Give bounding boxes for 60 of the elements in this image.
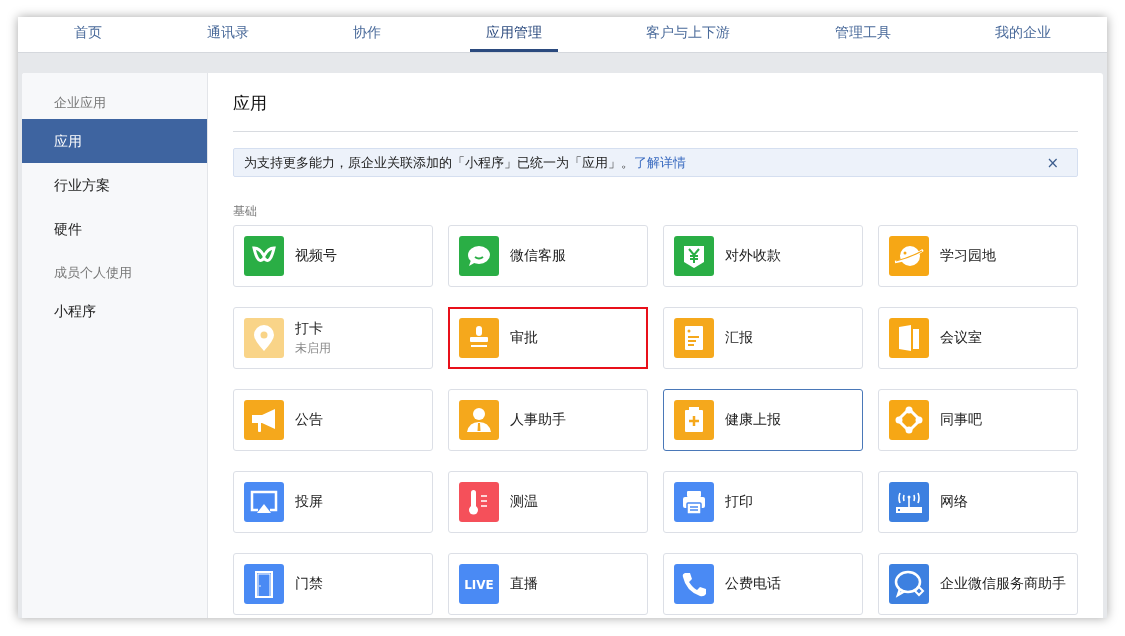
- app-card[interactable]: 视频号: [233, 225, 433, 287]
- app-card[interactable]: 打卡 未启用: [233, 307, 433, 369]
- app-card[interactable]: 汇报: [663, 307, 863, 369]
- app-card[interactable]: 人事助手: [448, 389, 648, 451]
- notice-text: 为支持更多能力，原企业关联添加的「小程序」已统一为「应用」。了解详情: [244, 153, 686, 172]
- details-link[interactable]: 了解详情: [634, 154, 686, 170]
- app-card[interactable]: 审批: [448, 307, 648, 369]
- sidebar-item[interactable]: 硬件: [22, 207, 207, 251]
- app-card[interactable]: 公告: [233, 389, 433, 451]
- app-name: 打卡: [295, 319, 324, 338]
- app-name: 人事助手: [510, 411, 566, 429]
- nav-tab[interactable]: 我的企业: [979, 17, 1067, 52]
- nav-tab[interactable]: 通讯录: [190, 17, 265, 52]
- app-card[interactable]: 投屏: [233, 471, 433, 533]
- app-name: 测温: [510, 493, 538, 511]
- app-status: 未启用: [295, 339, 331, 357]
- app-name: 投屏: [295, 493, 323, 511]
- sidebar-heading: 成员个人使用: [53, 264, 133, 282]
- app-card[interactable]: 打印: [663, 471, 863, 533]
- sidebar-heading: 企业应用: [53, 94, 107, 112]
- nav-tab[interactable]: 协作: [337, 17, 397, 52]
- app-card[interactable]: 对外收款: [663, 225, 863, 287]
- app-name: 门禁: [295, 575, 323, 593]
- live-icon: LIVE: [459, 564, 499, 604]
- sidebar-item[interactable]: 小程序: [22, 289, 207, 333]
- app-card[interactable]: 会议室: [878, 307, 1078, 369]
- page-title: 应用: [233, 93, 267, 113]
- app-card[interactable]: 公费电话: [663, 553, 863, 615]
- app-card[interactable]: 健康上报: [663, 389, 863, 451]
- app-card[interactable]: 同事吧: [878, 389, 1078, 451]
- section-heading: 基础: [233, 203, 258, 220]
- app-name: 审批: [510, 329, 538, 347]
- app-card[interactable]: 网络: [878, 471, 1078, 533]
- close-button[interactable]: ×: [1038, 153, 1067, 172]
- app-name: 同事吧: [940, 411, 982, 429]
- app-name: 公费电话: [725, 575, 781, 593]
- app-name: 健康上报: [725, 411, 781, 429]
- app-name: 学习园地: [940, 247, 996, 265]
- app-name: 汇报: [725, 329, 753, 347]
- app-card[interactable]: 门禁: [233, 553, 433, 615]
- nav-tab[interactable]: 管理工具: [818, 17, 907, 52]
- nav-tab[interactable]: 客户与上下游: [630, 17, 746, 52]
- app-card[interactable]: LIVE 直播: [448, 553, 648, 615]
- nav-tab[interactable]: 首页: [58, 17, 118, 52]
- sidebar-item[interactable]: 行业方案: [22, 163, 207, 207]
- nav-tab[interactable]: 应用管理: [469, 17, 558, 52]
- app-name: 会议室: [940, 329, 982, 347]
- app-name: 公告: [295, 411, 323, 429]
- app-card[interactable]: 微信客服: [448, 225, 648, 287]
- app-card[interactable]: 学习园地: [878, 225, 1078, 287]
- app-name: 直播: [510, 575, 538, 593]
- app-name: 对外收款: [725, 247, 781, 265]
- app-name: 企业微信服务商助手: [940, 575, 1066, 593]
- app-name: 打印: [725, 493, 753, 511]
- app-name: 微信客服: [510, 247, 566, 265]
- app-card[interactable]: 企业微信服务商助手: [878, 553, 1078, 615]
- app-name: 网络: [940, 493, 968, 511]
- app-card[interactable]: 测温: [448, 471, 648, 533]
- sidebar-item[interactable]: 应用: [22, 119, 207, 163]
- app-name: 视频号: [295, 247, 337, 265]
